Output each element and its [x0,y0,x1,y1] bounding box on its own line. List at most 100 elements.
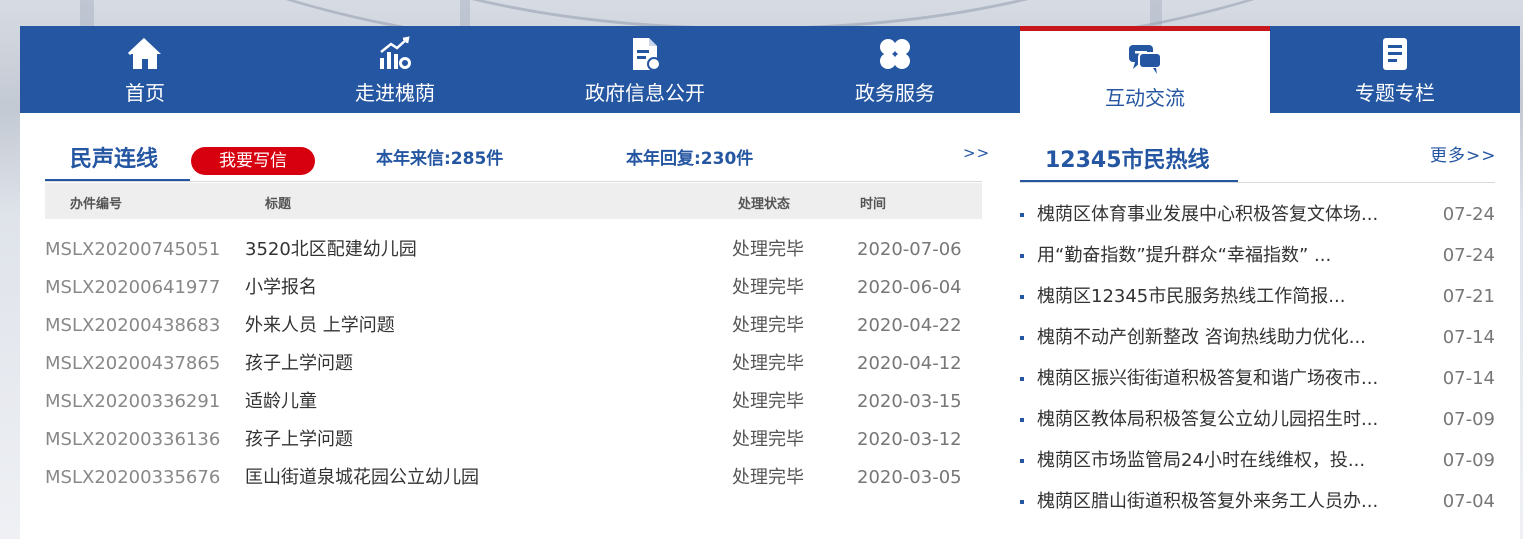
nav-label: 走进槐荫 [355,81,435,105]
nav-item-special[interactable]: 专题专栏 [1270,26,1520,113]
nav-item-about[interactable]: 走进槐荫 [270,26,520,113]
notepad-icon [1383,38,1407,70]
row-title-link[interactable]: 小学报名 [245,273,317,303]
news-title-link[interactable]: 用“勤奋指数”提升群众“幸福指数” ... [1037,241,1397,271]
row-id: MSLX20200335676 [45,467,221,488]
news-title-link[interactable]: 槐荫区腊山街道积极答复外来务工人员办... [1037,487,1397,517]
list-item[interactable]: 槐荫区12345市民服务热线工作简报... 07-21 [1020,282,1495,312]
news-title-link[interactable]: 槐荫区市场监管局24小时在线维权，投... [1037,446,1397,476]
news-title-link[interactable]: 槐荫区体育事业发展中心积极答复文体场... [1037,200,1397,230]
home-icon [127,37,161,69]
table-row[interactable]: MSLX20200336291 适龄儿童 处理完毕 2020-03-15 [20,387,982,417]
table-row[interactable]: MSLX20200335676 匡山街道泉城花园公立幼儿园 处理完毕 2020-… [20,463,982,493]
list-item[interactable]: 用“勤奋指数”提升群众“幸福指数” ... 07-24 [1020,241,1495,271]
row-status: 处理完毕 [732,429,804,450]
clover-icon [880,39,910,69]
row-title-link[interactable]: 适龄儿童 [245,387,317,417]
list-item[interactable]: 槐荫区体育事业发展中心积极答复文体场... 07-24 [1020,200,1495,230]
news-date: 07-24 [1442,204,1495,225]
nav-label: 专题专栏 [1355,81,1435,105]
news-date: 07-14 [1442,368,1495,389]
col-time: 时间 [860,197,887,212]
minsheng-more-link[interactable]: >> [963,144,990,162]
bullet [1020,500,1024,504]
row-status: 处理完毕 [732,239,804,260]
document-icon [633,38,661,71]
col-title: 标题 [265,197,292,212]
minsheng-title[interactable]: 民声连线 [70,141,158,173]
row-date: 2020-07-06 [857,239,962,260]
row-id: MSLX20200745051 [45,239,221,260]
news-title-link[interactable]: 槐荫区教体局积极答复公立幼儿园招生时... [1037,405,1397,435]
news-date: 07-24 [1442,245,1495,266]
row-date: 2020-04-12 [857,353,962,374]
nav-label: 政府信息公开 [585,81,705,105]
col-id: 办件编号 [70,197,123,212]
row-date: 2020-03-15 [857,391,962,412]
row-date: 2020-03-05 [857,467,962,488]
bullet [1020,377,1024,381]
row-status: 处理完毕 [732,353,804,374]
bullet [1020,295,1024,299]
row-date: 2020-04-22 [857,315,962,336]
list-item[interactable]: 槐荫区腊山街道积极答复外来务工人员办... 07-04 [1020,487,1495,517]
divider [1020,182,1495,183]
main-nav: 首页 走进槐荫 政府信息公开 政务服务 互动交流 专题专栏 [20,26,1520,113]
row-title-link[interactable]: 外来人员 上学问题 [245,311,395,341]
write-letter-button[interactable]: 我要写信 [191,147,315,175]
bullet [1020,459,1024,463]
hotline-more-link[interactable]: 更多>> [1430,141,1497,166]
bullet [1020,336,1024,340]
row-date: 2020-03-12 [857,429,962,450]
row-title-link[interactable]: 孩子上学问题 [245,425,353,455]
hotline-title[interactable]: 12345市民热线 [1045,142,1210,174]
nav-label: 政务服务 [855,81,935,105]
divider [45,181,982,182]
news-date: 07-09 [1442,450,1495,471]
table-row[interactable]: MSLX20200438683 外来人员 上学问题 处理完毕 2020-04-2… [20,311,982,341]
list-item[interactable]: 槐荫不动产创新整改 咨询热线助力优化... 07-14 [1020,323,1495,353]
news-date: 07-21 [1442,286,1495,307]
row-date: 2020-06-04 [857,277,962,298]
nav-item-interaction[interactable]: 互动交流 [1020,26,1270,113]
row-status: 处理完毕 [732,467,804,488]
table-row[interactable]: MSLX20200437865 孩子上学问题 处理完毕 2020-04-12 [20,349,982,379]
table-row[interactable]: MSLX20200745051 3520北区配建幼儿园 处理完毕 2020-07… [20,235,982,265]
row-id: MSLX20200438683 [45,315,221,336]
nav-item-home[interactable]: 首页 [20,26,270,113]
news-title-link[interactable]: 槐荫区振兴街街道积极答复和谐广场夜市... [1037,364,1397,394]
nav-item-gov-info[interactable]: 政府信息公开 [520,26,770,113]
row-id: MSLX20200437865 [45,353,221,374]
col-status: 处理状态 [738,197,791,212]
replies-count: 本年回复:230件 [626,149,754,169]
list-item[interactable]: 槐荫区教体局积极答复公立幼儿园招生时... 07-09 [1020,405,1495,435]
table-header: 办件编号 标题 处理状态 时间 [45,183,982,219]
row-id: MSLX20200336291 [45,391,221,412]
news-date: 07-14 [1442,327,1495,348]
news-title-link[interactable]: 槐荫区12345市民服务热线工作简报... [1037,282,1397,312]
bullet [1020,254,1024,258]
row-id: MSLX20200641977 [45,277,221,298]
row-status: 处理完毕 [732,315,804,336]
row-title-link[interactable]: 孩子上学问题 [245,349,353,379]
news-date: 07-09 [1442,409,1495,430]
row-id: MSLX20200336136 [45,429,221,450]
list-item[interactable]: 槐荫区市场监管局24小时在线维权，投... 07-09 [1020,446,1495,476]
bullet [1020,418,1024,422]
nav-label: 互动交流 [1105,86,1185,110]
news-title-link[interactable]: 槐荫不动产创新整改 咨询热线助力优化... [1037,323,1397,353]
list-item[interactable]: 槐荫区振兴街街道积极答复和谐广场夜市... 07-14 [1020,364,1495,394]
chart-growth-icon [380,36,411,69]
content-panel: 首页 走进槐荫 政府信息公开 政务服务 互动交流 专题专栏 民声连线 我要写信 … [20,26,1520,539]
row-title-link[interactable]: 匡山街道泉城花园公立幼儿园 [245,463,479,493]
chat-icon [1129,45,1162,74]
nav-label: 首页 [125,81,165,105]
letters-count: 本年来信:285件 [376,149,504,169]
row-title-link[interactable]: 3520北区配建幼儿园 [245,235,417,265]
table-row[interactable]: MSLX20200641977 小学报名 处理完毕 2020-06-04 [20,273,982,303]
table-row[interactable]: MSLX20200336136 孩子上学问题 处理完毕 2020-03-12 [20,425,982,455]
row-status: 处理完毕 [732,277,804,298]
row-status: 处理完毕 [732,391,804,412]
bullet [1020,213,1024,217]
nav-item-gov-service[interactable]: 政务服务 [770,26,1020,113]
